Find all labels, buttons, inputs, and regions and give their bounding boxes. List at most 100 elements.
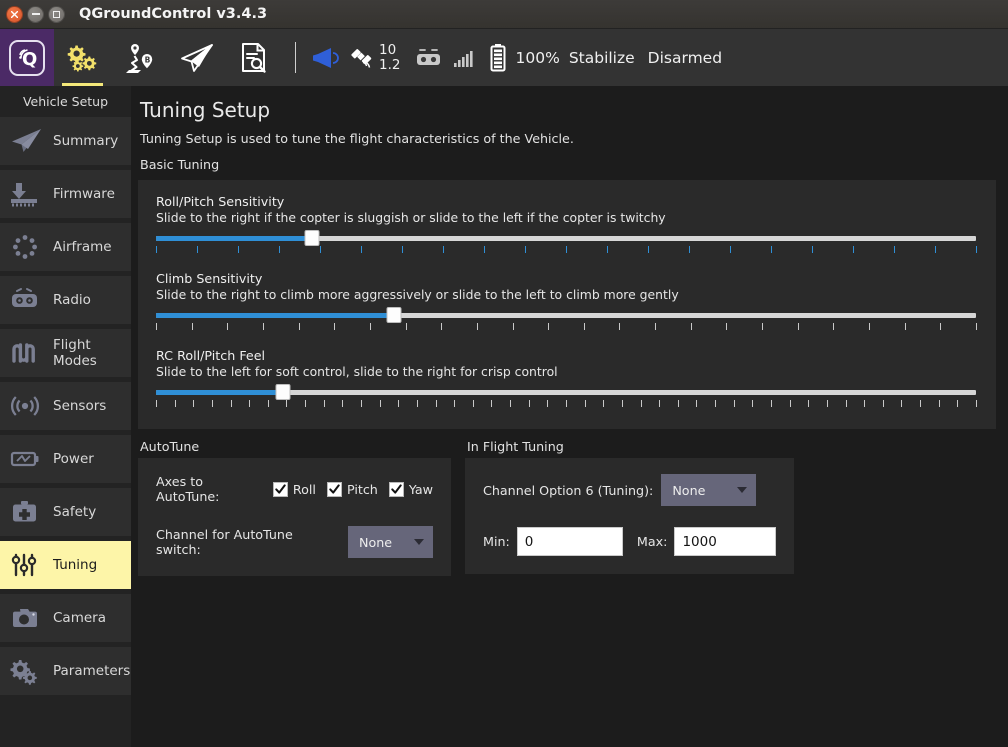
slider-control[interactable]	[156, 387, 976, 397]
armed-state-indicator[interactable]: Disarmed	[648, 49, 722, 67]
tick-mark	[976, 246, 977, 253]
battery-status[interactable]: 100%	[489, 43, 559, 73]
window-maximize-button[interactable]	[48, 6, 65, 23]
autotune-switch-dropdown[interactable]: None	[348, 526, 433, 558]
waveform-icon	[7, 336, 45, 370]
autotune-roll-checkbox[interactable]	[273, 482, 288, 497]
slider-tick-marks	[156, 323, 976, 332]
tick-mark	[648, 246, 649, 253]
sidebar-item-safety[interactable]: Safety	[0, 488, 131, 536]
slider-control[interactable]	[156, 310, 976, 320]
tick-mark	[641, 400, 642, 407]
tick-mark	[484, 246, 485, 253]
slider-handle[interactable]	[304, 230, 319, 246]
tick-mark	[827, 400, 828, 407]
sidebar-item-parameters[interactable]: Parameters	[0, 647, 131, 695]
sidebar-item-label: Radio	[53, 292, 91, 308]
chevron-down-icon	[414, 539, 424, 545]
gps-status[interactable]: 10 1.2	[348, 43, 400, 72]
tick-mark	[231, 400, 232, 407]
slider-title: Roll/Pitch Sensitivity	[156, 194, 976, 209]
tick-mark	[883, 400, 884, 407]
battery-icon	[7, 442, 45, 476]
tick-mark	[193, 400, 194, 407]
sensor-waves-icon	[7, 389, 45, 423]
window-minimize-button[interactable]	[27, 6, 44, 23]
tick-mark	[864, 400, 865, 407]
autotune-roll-pair[interactable]: Roll	[273, 482, 316, 497]
rc-status[interactable]	[415, 48, 442, 68]
slider-handle[interactable]	[386, 307, 401, 323]
tick-mark	[566, 400, 567, 407]
settings-gears-icon	[64, 42, 101, 74]
autotune-pitch-checkbox[interactable]	[327, 482, 342, 497]
sidebar-item-summary[interactable]: Summary	[0, 117, 131, 165]
slider-description: Slide to the left for soft control, slid…	[156, 364, 976, 379]
qgc-home-button[interactable]: Q	[0, 29, 54, 86]
sidebar-item-label: Flight Modes	[53, 337, 131, 369]
tick-mark	[473, 400, 474, 407]
tick-mark	[812, 246, 813, 253]
sidebar-item-tuning[interactable]: Tuning	[0, 541, 131, 589]
sidebar-item-power[interactable]: Power	[0, 435, 131, 483]
tick-mark	[696, 400, 697, 407]
inflight-min-input[interactable]: 0	[517, 527, 623, 556]
autotune-switch-label: Channel for AutoTune switch:	[156, 527, 339, 557]
tick-mark	[691, 323, 692, 330]
tick-mark	[762, 323, 763, 330]
autotune-yaw-pair[interactable]: Yaw	[389, 482, 433, 497]
toolbar-tab-settings[interactable]	[54, 29, 111, 86]
inflight-max-value: 1000	[682, 534, 716, 550]
window-close-button[interactable]	[6, 6, 23, 23]
messages-button[interactable]	[309, 45, 339, 71]
slider-control[interactable]	[156, 233, 976, 243]
battery-icon	[489, 43, 507, 73]
sidebar-item-sensors[interactable]: Sensors	[0, 382, 131, 430]
toolbar-tab-analyze[interactable]	[225, 29, 282, 86]
satellite-icon	[348, 44, 378, 72]
gps-values: 10 1.2	[379, 43, 400, 72]
tick-mark	[299, 323, 300, 330]
sidebar-item-label: Camera	[53, 610, 106, 626]
toolbar-tab-plan[interactable]: B	[111, 29, 168, 86]
autotune-yaw-checkbox[interactable]	[389, 482, 404, 497]
tick-mark	[905, 323, 906, 330]
sidebar-item-camera[interactable]: Camera	[0, 594, 131, 642]
inflight-max-input[interactable]: 1000	[674, 527, 776, 556]
tick-mark	[361, 246, 362, 253]
sidebar-item-firmware[interactable]: Firmware	[0, 170, 131, 218]
tick-mark	[197, 246, 198, 253]
autotune-switch-value: None	[359, 535, 392, 550]
tick-mark	[279, 246, 280, 253]
slider-title: RC Roll/Pitch Feel	[156, 348, 976, 363]
tick-mark	[398, 400, 399, 407]
chevron-down-icon	[737, 487, 747, 493]
sidebar-item-flight-modes[interactable]: Flight Modes	[0, 329, 131, 377]
flight-mode-selector[interactable]: Stabilize	[569, 49, 635, 67]
sidebar-item-label: Parameters	[53, 663, 130, 679]
maximize-icon	[53, 11, 60, 18]
inflight-min-value: 0	[525, 534, 534, 550]
slider-block: Climb SensitivitySlide to the right to c…	[156, 271, 976, 332]
inflight-tuning-box: Channel Option 6 (Tuning): None Min: 0 M…	[465, 458, 794, 574]
sidebar-item-radio[interactable]: Radio	[0, 276, 131, 324]
toolbar-tab-fly[interactable]	[168, 29, 225, 86]
tick-mark	[548, 323, 549, 330]
inflight-channel-value: None	[672, 483, 705, 498]
tick-mark	[790, 400, 791, 407]
slider-handle[interactable]	[276, 384, 291, 400]
tick-mark	[491, 400, 492, 407]
sidebar-item-airframe[interactable]: Airframe	[0, 223, 131, 271]
check-icon	[391, 484, 402, 495]
fly-paperplane-icon	[178, 42, 216, 74]
first-aid-icon	[7, 495, 45, 529]
sidebar-item-label: Sensors	[53, 398, 106, 414]
tick-mark	[212, 400, 213, 407]
telemetry-signal[interactable]	[453, 48, 475, 68]
tick-mark	[417, 400, 418, 407]
tick-mark	[730, 246, 731, 253]
inflight-channel-dropdown[interactable]: None	[661, 474, 756, 506]
autotune-pitch-pair[interactable]: Pitch	[327, 482, 378, 497]
tick-mark	[454, 400, 455, 407]
window-title: QGroundControl v3.4.3	[79, 6, 267, 22]
